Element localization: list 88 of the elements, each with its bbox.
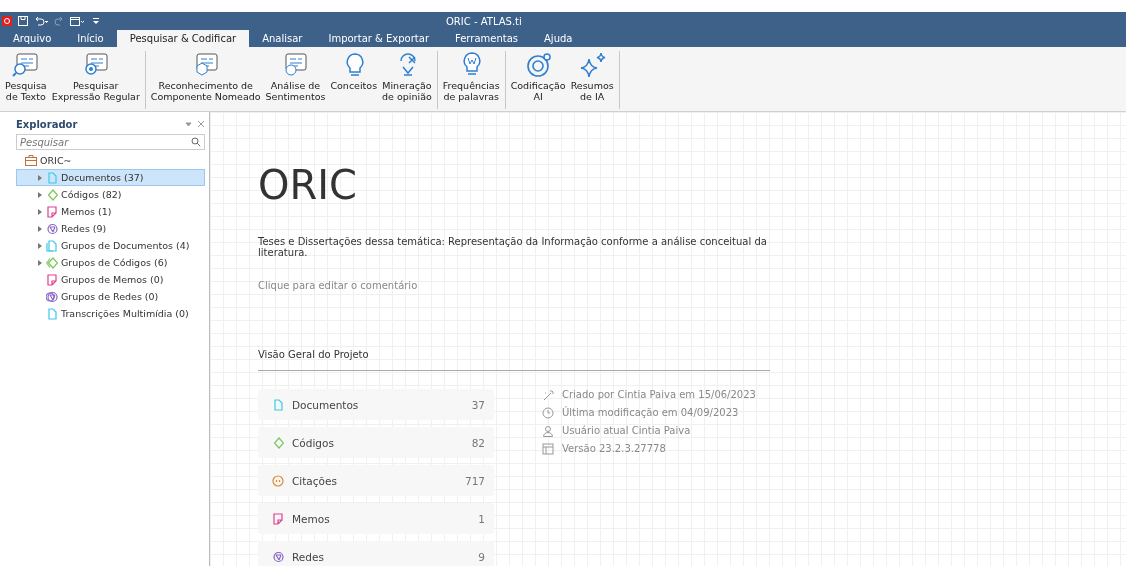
project-info-text: Criado por Cintia Paiva em 15/06/2023	[562, 389, 756, 400]
briefcase-icon	[25, 155, 37, 166]
tree-item[interactable]: ORIC~	[16, 152, 205, 169]
diamond-icon	[46, 188, 58, 201]
ribbon-button[interactable]: Conceitos	[329, 51, 379, 109]
panel-title: Explorador	[16, 118, 78, 130]
expand-arrow-icon[interactable]	[37, 173, 43, 182]
ribbon-tab[interactable]: Importar & Exportar	[315, 30, 442, 47]
ribbon-button[interactable]: Resumos de IA	[569, 51, 615, 109]
search-field[interactable]: Pesquisar	[16, 134, 205, 150]
card-count: 37	[471, 398, 485, 411]
customize-caret-icon[interactable]	[92, 17, 100, 25]
document-icon	[46, 171, 58, 184]
document-icon	[272, 398, 284, 411]
expand-arrow-icon[interactable]	[37, 224, 43, 233]
card-label: Documentos	[292, 398, 359, 411]
window-icon[interactable]	[70, 16, 86, 26]
card-count: 1	[478, 512, 485, 525]
project-description: Teses e Dissertações dessa temática: Representação da Informação conforme a análise conceitual da literatura.	[258, 236, 768, 258]
tree-item[interactable]: Códigos (82)	[16, 186, 205, 203]
project-title: ORIC	[258, 162, 358, 208]
tree-item[interactable]: Documentos (37)	[16, 169, 205, 186]
card-label: Citações	[292, 474, 337, 487]
card-count: 82	[471, 436, 485, 449]
project-info-text: Última modificação em 04/09/2023	[562, 407, 739, 418]
ribbon-button[interactable]: Pesquisar Expressão Regular	[50, 51, 141, 109]
overview-card[interactable]: Códigos 82	[258, 427, 494, 458]
diamond-icon	[46, 256, 58, 269]
ribbon-tab[interactable]: Início	[64, 30, 117, 47]
project-info-text: Versão 23.2.3.27778	[562, 443, 666, 454]
section-title: Visão Geral do Projeto	[258, 349, 770, 371]
redo-icon[interactable]	[54, 16, 64, 26]
comment-placeholder[interactable]: Clique para editar o comentário	[258, 280, 770, 291]
quote-icon	[272, 474, 284, 487]
overview-card[interactable]: Memos 1	[258, 503, 494, 534]
note-icon	[272, 512, 284, 525]
panel-controls-icon[interactable]	[185, 120, 205, 128]
card-count: 9	[478, 550, 485, 563]
note-icon	[46, 205, 58, 218]
ribbon-button[interactable]: Mineração de opinião	[381, 51, 433, 109]
tree-item[interactable]: Grupos de Códigos (6)	[16, 254, 205, 271]
overview-card[interactable]: Documentos 37	[258, 389, 494, 420]
undo-icon[interactable]	[34, 16, 48, 26]
tree-item[interactable]: Grupos de Redes (0)	[16, 288, 205, 305]
save-icon[interactable]	[18, 16, 28, 26]
app-logo-icon	[2, 16, 12, 26]
tree-item[interactable]: Grupos de Memos (0)	[16, 271, 205, 288]
tree-item[interactable]: Transcrições Multimídia (0)	[16, 305, 205, 322]
overview-card[interactable]: Redes 9	[258, 541, 494, 566]
ribbon-button[interactable]: Frequências de palavras	[441, 51, 501, 109]
ribbon-button[interactable]: Codificação AI	[509, 51, 567, 109]
document-icon	[46, 307, 58, 320]
note-icon	[46, 273, 58, 286]
ribbon-tab[interactable]: Analisar	[249, 30, 316, 47]
network-icon	[272, 550, 284, 563]
window-title: ORIC - ATLAS.ti	[446, 15, 522, 27]
search-icon	[11, 51, 40, 78]
ribbon-tab[interactable]: Pesquisar & Codificar	[116, 30, 250, 47]
network-icon	[46, 290, 58, 303]
wand-icon	[542, 389, 554, 401]
diamond-icon	[272, 436, 284, 449]
tree-item[interactable]: Grupos de Documentos (4)	[16, 237, 205, 254]
card-count: 717	[464, 474, 485, 487]
sparkles-icon	[578, 51, 607, 78]
tree-item[interactable]: Redes (9)	[16, 220, 205, 237]
search-icon[interactable]	[191, 137, 201, 147]
document-icon	[46, 239, 58, 252]
user-icon	[542, 425, 554, 437]
network-icon	[46, 222, 58, 235]
layout-icon	[542, 443, 554, 455]
clock-icon	[542, 407, 554, 419]
project-info-text: Usuário atual Cintia Paiva	[562, 425, 691, 436]
ribbon-tab[interactable]: Arquivo	[0, 30, 65, 47]
expand-arrow-icon[interactable]	[37, 190, 43, 199]
ribbon-tab[interactable]: Ajuda	[531, 30, 586, 47]
ribbon-button[interactable]: Análise de Sentimentos	[264, 51, 327, 109]
ribbon-button[interactable]: Pesquisa de Texto	[4, 51, 48, 109]
ribbon-tab[interactable]: Ferramentas	[442, 30, 532, 47]
card-label: Códigos	[292, 436, 334, 449]
ring-icon	[524, 51, 553, 78]
card-label: Memos	[292, 512, 330, 525]
expand-arrow-icon[interactable]	[37, 207, 43, 216]
expand-arrow-icon[interactable]	[37, 258, 43, 267]
overview-card[interactable]: Citações 717	[258, 465, 494, 496]
expand-arrow-icon[interactable]	[37, 241, 43, 250]
tree-item[interactable]: Memos (1)	[16, 203, 205, 220]
ribbon-button[interactable]: Reconhecimento de Componente Nomeado	[149, 51, 262, 109]
card-label: Redes	[292, 550, 324, 563]
